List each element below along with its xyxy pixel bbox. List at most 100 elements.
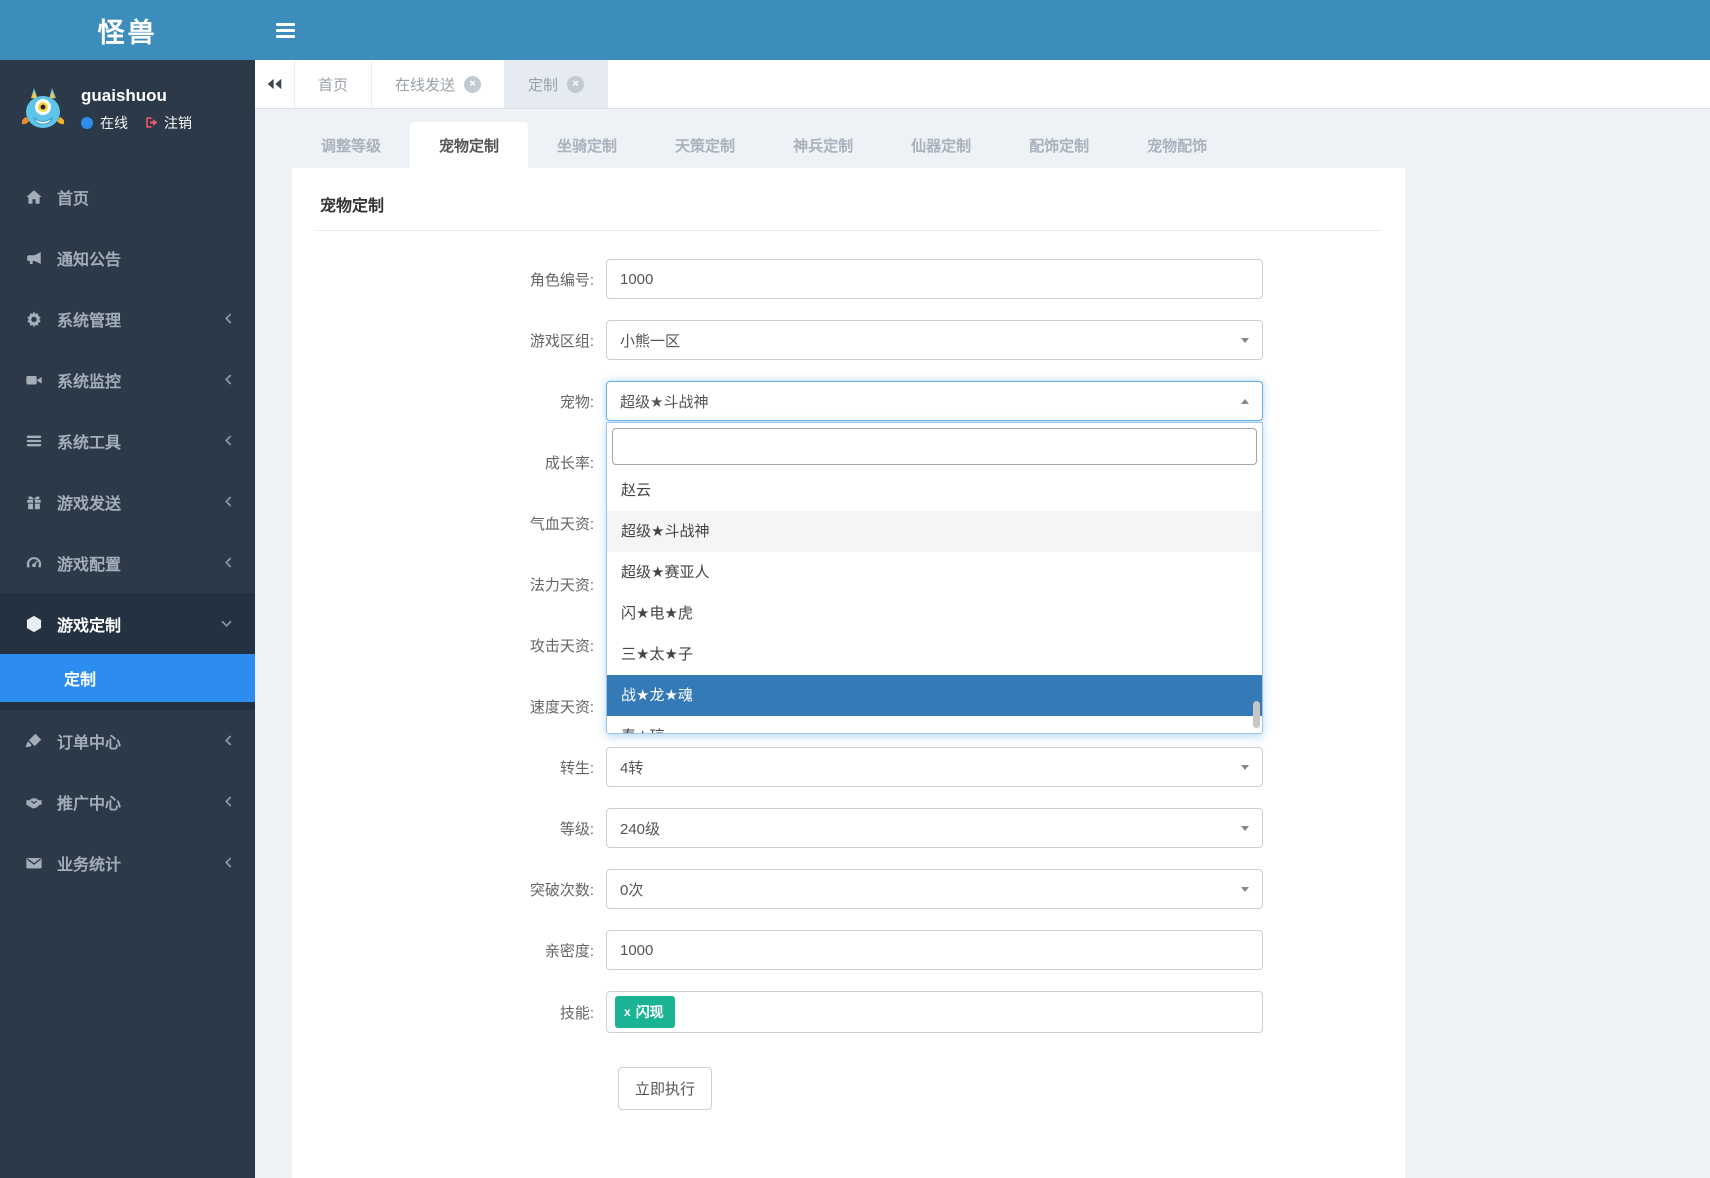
envelope-icon [22,854,46,872]
sidebar-item-label: 游戏定制 [57,617,122,635]
tab-label: 神兵定制 [793,137,854,155]
page-tab-label: 定制 [528,76,559,94]
chevron-down-icon [1241,886,1249,892]
sidebar-menu: 首页 通知公告 系统管理 系统监控 系统工具 游戏发送 游戏配置 游戏定制 定制… [0,166,255,893]
chevron-down-icon [1241,764,1249,770]
form-row: 转生: 4转 [316,747,1381,787]
online-status-icon [81,116,93,129]
dropdown-option[interactable]: 超级★赛亚人 [607,552,1262,593]
tab-label: 天策定制 [675,137,736,155]
close-icon[interactable]: × [567,75,585,93]
intimacy-input[interactable] [606,930,1263,970]
pet-select[interactable]: 超级★斗战神 [606,381,1263,421]
sidebar-item-system-management[interactable]: 系统管理 [0,288,255,349]
dropdown-options: 赵云 超级★斗战神 超级★赛亚人 闪★电★虎 三★太★子 战★龙★魂 春★琼 [607,470,1262,733]
field-label: 等级: [559,820,594,838]
sidebar-item-promotion-center[interactable]: 推广中心 [0,771,255,832]
breakthrough-select[interactable]: 0次 [606,869,1263,909]
page-tab-customize[interactable]: 定制 × [505,60,609,108]
select-value: 超级★斗战神 [620,393,709,411]
logout-icon [146,117,158,128]
user-panel: guaishuou 在线 注销 [0,60,255,150]
chevron-up-icon [1241,398,1249,404]
sidebar-item-order-center[interactable]: 订单中心 [0,710,255,771]
field-label: 宠物: [559,393,594,411]
sidebar-item-notices[interactable]: 通知公告 [0,227,255,288]
game-zone-select[interactable]: 小熊一区 [606,320,1263,360]
form-row: 技能: x 闪现 [316,991,1381,1033]
pet-custom-panel: 宠物定制 角色编号: 游戏区组: 小熊一区 [292,168,1405,1178]
tab-pet-custom[interactable]: 宠物定制 [410,122,529,168]
sidebar-subitem-customize[interactable]: 定制 [0,654,255,702]
sidebar-item-home[interactable]: 首页 [0,166,255,227]
chevron-down-icon [1241,337,1249,343]
sidebar-item-system-monitor[interactable]: 系统监控 [0,349,255,410]
sidebar-item-label: 系统管理 [57,312,122,330]
tabs-back-button[interactable] [255,60,295,108]
dropdown-search-input[interactable] [612,428,1257,465]
avatar [18,84,68,134]
double-chevron-left-icon [267,78,282,90]
form-actions: 立即执行 [316,1067,1381,1110]
tab-tiance-custom[interactable]: 天策定制 [646,122,764,168]
sidebar-item-business-stats[interactable]: 业务统计 [0,832,255,893]
tab-pet-accessory[interactable]: 宠物配饰 [1118,122,1236,168]
field-label: 速度天资: [529,698,594,716]
dropdown-option-selected[interactable]: 超级★斗战神 [607,511,1262,552]
dropdown-option-hovered[interactable]: 战★龙★魂 [607,675,1262,716]
dropdown-option[interactable]: 春★琼 [607,716,1262,733]
close-icon[interactable]: × [464,75,482,93]
workspace: 调整等级 宠物定制 坐骑定制 天策定制 神兵定制 仙器定制 配饰定制 宠物配饰 … [255,109,1710,1178]
form-row: 亲密度: [316,930,1381,970]
chevron-left-icon [224,556,233,569]
sidebar-item-system-tools[interactable]: 系统工具 [0,410,255,471]
tab-label: 仙器定制 [911,137,972,155]
chevron-left-icon [224,734,233,747]
tab-weapon-custom[interactable]: 神兵定制 [764,122,882,168]
gauge-icon [22,554,46,572]
rebirth-select[interactable]: 4转 [606,747,1263,787]
tab-label: 调整等级 [321,137,382,155]
chevron-left-icon [224,434,233,447]
chevron-down-icon [1241,825,1249,831]
dropdown-option[interactable]: 三★太★子 [607,634,1262,675]
page-tabbar: 首页 在线发送 × 定制 × [255,60,1710,109]
level-select[interactable]: 240级 [606,808,1263,848]
select-value: 240级 [620,820,661,838]
tab-adjust-level[interactable]: 调整等级 [292,122,410,168]
sidebar-item-label: 游戏发送 [57,495,122,513]
tab-mount-custom[interactable]: 坐骑定制 [528,122,646,168]
dropdown-scrollbar[interactable] [1253,701,1260,728]
home-icon [22,188,46,206]
tab-accessory-custom[interactable]: 配饰定制 [1000,122,1118,168]
role-id-input[interactable] [606,259,1263,299]
field-label: 角色编号: [529,271,594,289]
logout-button[interactable]: 注销 [144,113,192,133]
online-status-label: 在线 [100,114,128,131]
pet-dropdown: 赵云 超级★斗战神 超级★赛亚人 闪★电★虎 三★太★子 战★龙★魂 春★琼 [606,422,1263,734]
chevron-left-icon [224,856,233,869]
chevron-left-icon [224,373,233,386]
remove-tag-icon[interactable]: x [624,1006,631,1018]
page-tab-online-send[interactable]: 在线发送 × [372,60,506,108]
dropdown-option[interactable]: 闪★电★虎 [607,593,1262,634]
skill-tag-label: 闪现 [635,1004,664,1020]
skills-tag-input[interactable]: x 闪现 [606,991,1263,1033]
field-label: 成长率: [544,454,594,472]
execute-button[interactable]: 立即执行 [618,1067,713,1110]
field-label: 法力天资: [529,576,594,594]
sidebar-item-game-config[interactable]: 游戏配置 [0,532,255,593]
sidebar-item-game-custom[interactable]: 游戏定制 [0,593,255,654]
handshake-icon [22,793,46,811]
sidebar-subitem-label: 定制 [64,672,97,689]
sidebar-item-label: 系统监控 [57,373,122,391]
page-tab-home[interactable]: 首页 [295,60,373,108]
logout-label: 注销 [164,114,192,131]
sidebar-item-game-send[interactable]: 游戏发送 [0,471,255,532]
hamburger-menu-icon[interactable] [272,10,312,50]
form-row: 宠物: 超级★斗战神 赵云 超级★斗战神 超级★赛亚人 闪★电★虎 三★太★子 … [316,381,1381,734]
sidebar: 怪兽 guaishuou 在线 注销 首页 通知公告 系统管理 系统监控 系统工… [0,0,255,1178]
dropdown-option[interactable]: 赵云 [607,470,1262,511]
cube-icon [22,615,46,633]
tab-artifact-custom[interactable]: 仙器定制 [882,122,1000,168]
